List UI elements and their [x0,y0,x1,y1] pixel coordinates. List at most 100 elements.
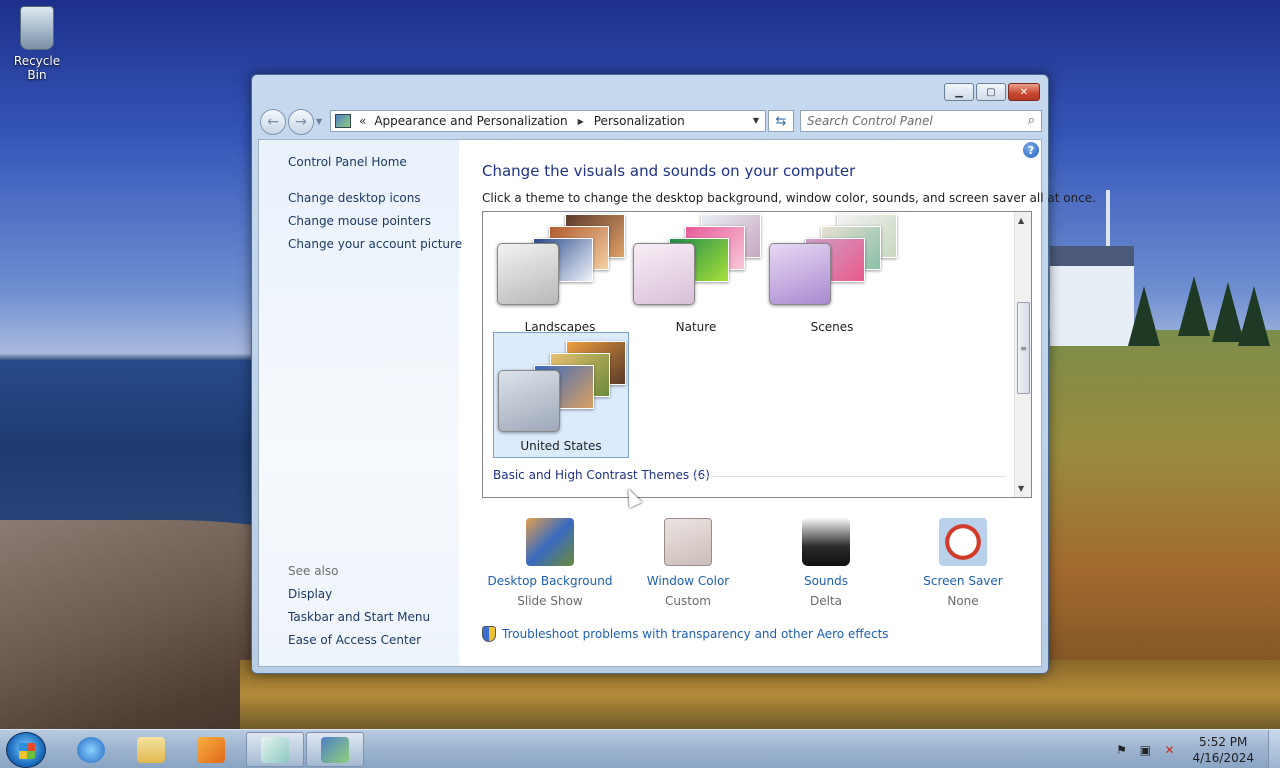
window-color-link[interactable]: Window Color [623,574,753,588]
taskbar: ⚑ ▣ ✕ 5:52 PM 4/16/2024 [0,729,1280,768]
address-dropdown-icon[interactable]: ▼ [753,116,759,125]
theme-nature[interactable]: Nature [629,212,765,338]
theme-list-scrollbar[interactable]: ▲ ≡ ▼ [1014,212,1031,497]
clock-time: 5:52 PM [1199,734,1248,749]
sidebar: Control Panel Home Change desktop icons … [259,140,462,666]
troubleshoot-link[interactable]: Troubleshoot problems with transparency … [482,626,889,642]
recycle-bin-label: Recycle Bin [13,54,61,82]
help-icon[interactable]: ? [1023,142,1039,158]
desktop-background-icon [526,518,574,566]
theme-landscapes[interactable]: Landscapes [493,212,629,338]
desktop-background-link[interactable]: Desktop Background [485,574,615,588]
change-mouse-pointers-link[interactable]: Change mouse pointers [288,214,431,228]
scroll-up-icon[interactable]: ▲ [1018,216,1024,225]
see-also-label: See also [288,564,339,578]
desktop-background-button[interactable]: Desktop Background Slide Show [485,518,615,608]
clock-date: 4/16/2024 [1192,750,1254,765]
wallpaper-tree [1178,276,1210,336]
sounds-icon [802,518,850,566]
maximize-icon: ▢ [986,86,996,98]
theme-scenes[interactable]: Scenes [765,212,901,338]
search-input[interactable] [807,114,1007,128]
theme-label: United States [520,439,602,453]
taskbar-notepad[interactable] [246,732,304,767]
recent-pages-dropdown[interactable]: ▼ [316,117,322,126]
wallpaper-tree [1128,286,1160,346]
control-panel-taskbar-icon [321,736,349,763]
wallpaper-tree [1238,286,1270,346]
search-icon[interactable]: ⌕ [1028,113,1035,128]
maximize-button[interactable]: ▢ [976,83,1006,101]
notepad-icon [261,736,289,763]
theme-list: Landscapes Nature Scenes United States B… [482,211,1032,498]
screen-saver-value: None [947,594,979,608]
theme-label: Nature [675,320,717,334]
breadcrumb-separator-icon[interactable]: ▶ [578,117,584,126]
troubleshoot-text[interactable]: Troubleshoot problems with transparency … [502,627,889,641]
address-bar[interactable]: « Appearance and Personalization ▶ Perso… [330,110,766,132]
taskbar-file-explorer[interactable] [122,732,180,767]
folder-icon [137,736,165,763]
minimize-icon: ▁ [955,86,963,98]
theme-united-states[interactable]: United States [493,332,629,458]
breadcrumb-overflow[interactable]: « [359,114,366,128]
control-panel-home-link[interactable]: Control Panel Home [288,155,407,169]
close-button[interactable]: ✕ [1008,83,1040,101]
network-icon[interactable]: ▣ [1138,743,1152,757]
sounds-link[interactable]: Sounds [761,574,891,588]
internet-explorer-icon [77,736,105,763]
scroll-down-icon[interactable]: ▼ [1018,484,1024,493]
basic-high-contrast-group[interactable]: Basic and High Contrast Themes (6) [493,468,710,482]
refresh-icon: ⇆ [775,113,787,129]
breadcrumb-personalization[interactable]: Personalization [594,114,685,128]
recycle-bin-desktop-icon[interactable]: Recycle Bin [6,6,68,82]
display-link[interactable]: Display [288,587,332,601]
back-button[interactable]: ← [260,109,286,135]
theme-color-swatch [498,370,560,432]
close-icon: ✕ [1019,86,1029,98]
breadcrumb-appearance[interactable]: Appearance and Personalization [374,114,567,128]
window-controls: ▁ ▢ ✕ [944,83,1040,101]
ease-of-access-link[interactable]: Ease of Access Center [288,633,421,647]
forward-button[interactable]: → [288,109,314,135]
window-color-icon [664,518,712,566]
sounds-value: Delta [809,594,842,608]
screen-saver-icon [939,518,987,566]
start-button[interactable] [6,732,46,768]
change-account-picture-link[interactable]: Change your account picture [288,237,462,251]
window-color-button[interactable]: Window Color Custom [623,518,753,608]
recycle-bin-icon [20,6,54,50]
taskbar-start-menu-link[interactable]: Taskbar and Start Menu [288,610,430,624]
page-title: Change the visuals and sounds on your co… [482,162,856,180]
media-player-icon [197,736,225,763]
search-box[interactable]: ⌕ [800,110,1042,132]
minimize-button[interactable]: ▁ [944,83,974,101]
action-center-flag-icon[interactable]: ⚑ [1114,743,1128,757]
page-description: Click a theme to change the desktop back… [482,191,1096,205]
theme-color-swatch [633,243,695,305]
screen-saver-link[interactable]: Screen Saver [898,574,1028,588]
personalization-window: ▁ ▢ ✕ ← → ▼ « Appearance and Personaliza… [251,74,1096,674]
theme-label: Scenes [810,320,854,334]
volume-muted-icon[interactable]: ✕ [1162,743,1176,757]
group-divider [689,476,1005,477]
clock[interactable]: 5:52 PM 4/16/2024 [1192,734,1254,766]
sounds-button[interactable]: Sounds Delta [761,518,891,608]
taskbar-internet-explorer[interactable] [62,732,120,767]
refresh-button[interactable]: ⇆ [768,110,794,132]
desktop-background-value: Slide Show [517,594,583,608]
navigation-bar: ← → ▼ « Appearance and Personalization ▶… [260,109,1042,135]
shield-icon [482,626,496,642]
change-desktop-icons-link[interactable]: Change desktop icons [288,191,421,205]
screen-saver-button[interactable]: Screen Saver None [898,518,1028,608]
show-desktop-button[interactable] [1268,730,1280,768]
wallpaper-house [1050,246,1134,346]
system-tray: ⚑ ▣ ✕ 5:52 PM 4/16/2024 [1114,730,1280,768]
taskbar-control-panel[interactable] [306,732,364,767]
taskbar-media-player[interactable] [182,732,240,767]
main-panel: ? Change the visuals and sounds on your … [459,140,1096,666]
scroll-thumb[interactable]: ≡ [1017,302,1030,394]
theme-color-swatch [769,243,831,305]
control-panel-icon [335,114,351,128]
back-arrow-icon: ← [267,114,279,130]
